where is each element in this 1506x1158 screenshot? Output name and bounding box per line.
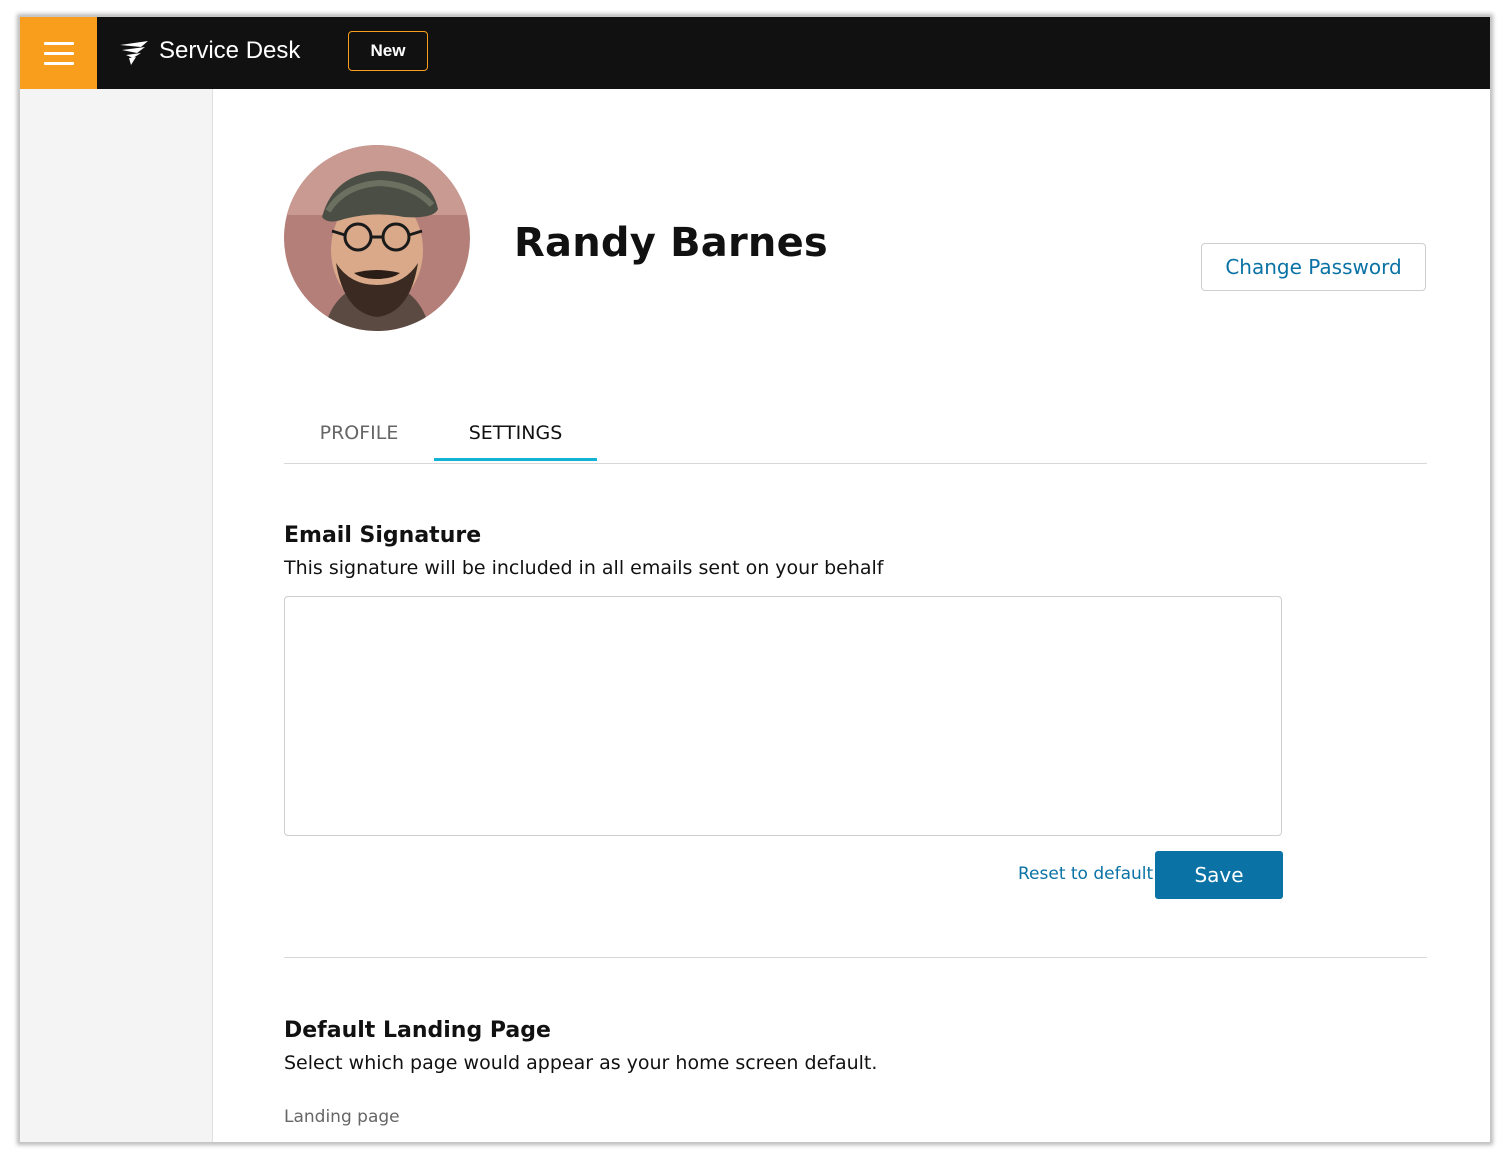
section-divider bbox=[284, 957, 1427, 958]
app-title: Service Desk bbox=[159, 37, 301, 64]
landing-page-field-label: Landing page bbox=[284, 1107, 400, 1127]
email-signature-input[interactable] bbox=[284, 596, 1282, 836]
left-sidebar bbox=[20, 89, 213, 1142]
user-avatar bbox=[284, 145, 470, 331]
reset-to-default-link[interactable]: Reset to default bbox=[1018, 864, 1153, 884]
app-window: Service Desk New Randy Barnes Change Pas… bbox=[19, 16, 1491, 1143]
email-signature-title: Email Signature bbox=[284, 523, 482, 548]
save-button[interactable]: Save bbox=[1155, 851, 1283, 899]
tab-settings[interactable]: SETTINGS bbox=[434, 415, 597, 461]
solarwinds-bird-icon bbox=[120, 41, 148, 65]
user-full-name: Randy Barnes bbox=[514, 220, 828, 266]
top-navigation-bar: Service Desk New bbox=[20, 17, 1490, 89]
default-landing-page-description: Select which page would appear as your h… bbox=[284, 1052, 878, 1074]
email-signature-description: This signature will be included in all e… bbox=[284, 557, 884, 579]
change-password-button[interactable]: Change Password bbox=[1201, 243, 1426, 291]
tab-profile[interactable]: PROFILE bbox=[284, 415, 434, 461]
new-button[interactable]: New bbox=[348, 31, 428, 71]
default-landing-page-title: Default Landing Page bbox=[284, 1018, 551, 1043]
profile-tabs: PROFILE SETTINGS bbox=[284, 415, 1427, 464]
hamburger-menu-icon[interactable] bbox=[20, 17, 97, 89]
user-avatar-photo bbox=[284, 145, 470, 331]
